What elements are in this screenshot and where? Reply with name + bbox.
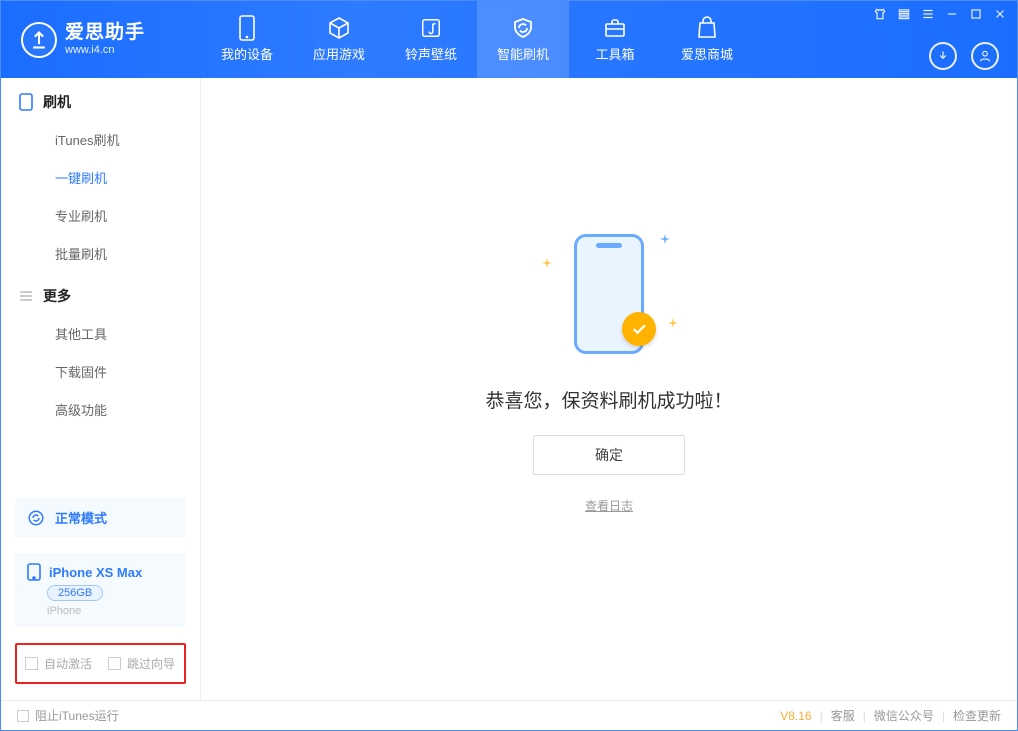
list-icon[interactable] (921, 7, 935, 21)
phone-illustration (534, 224, 684, 364)
phone-icon (235, 16, 259, 40)
sidebar-item-itunes-flash[interactable]: iTunes刷机 (1, 120, 200, 158)
footer-link-check-update[interactable]: 检查更新 (953, 707, 1001, 724)
footer: 阻止iTunes运行 V8.16 | 客服 | 微信公众号 | 检查更新 (1, 700, 1017, 730)
close-icon[interactable] (993, 7, 1007, 21)
sync-icon (27, 509, 45, 527)
shirt-icon[interactable] (873, 7, 887, 21)
sidebar: 刷机 iTunes刷机 一键刷机 专业刷机 批量刷机 更多 其他工具 下载固件 … (1, 78, 201, 700)
body: 刷机 iTunes刷机 一键刷机 专业刷机 批量刷机 更多 其他工具 下载固件 … (1, 78, 1017, 700)
success-headline: 恭喜您，保资料刷机成功啦！ (485, 386, 732, 413)
checkbox-icon (108, 657, 121, 670)
sidebar-item-one-click-flash[interactable]: 一键刷机 (1, 158, 200, 196)
cube-icon (327, 16, 351, 40)
checkbox-auto-activate[interactable]: 自动激活 (25, 655, 92, 672)
sidebar-group-flash: 刷机 (1, 78, 200, 120)
top-nav: 我的设备 应用游戏 铃声壁纸 智能刷机 工具箱 爱思商城 (201, 1, 753, 78)
checkbox-skip-guide[interactable]: 跳过向导 (108, 655, 175, 672)
nav-my-device[interactable]: 我的设备 (201, 1, 293, 78)
hamburger-icon (19, 289, 33, 303)
checkbox-icon (25, 657, 38, 670)
check-icon (630, 320, 648, 338)
device-box[interactable]: iPhone XS Max 256GB iPhone (15, 553, 186, 627)
device-name: iPhone XS Max (49, 565, 142, 580)
titlebar-right-buttons (929, 42, 999, 70)
mode-label: 正常模式 (55, 508, 107, 527)
nav-label: 爱思商城 (681, 44, 733, 63)
separator: | (942, 709, 945, 723)
nav-label: 智能刷机 (497, 44, 549, 63)
nav-apps-games[interactable]: 应用游戏 (293, 1, 385, 78)
checkbox-icon (17, 710, 29, 722)
download-button[interactable] (929, 42, 957, 70)
view-log-link[interactable]: 查看日志 (585, 497, 633, 514)
footer-link-support[interactable]: 客服 (831, 707, 855, 724)
checkbox-block-itunes[interactable]: 阻止iTunes运行 (17, 707, 119, 724)
brand-name: 爱思助手 (65, 23, 145, 44)
footer-link-wechat[interactable]: 微信公众号 (874, 707, 934, 724)
success-check-badge (622, 312, 656, 346)
check-label: 自动激活 (44, 655, 92, 672)
sidebar-group-more: 更多 (1, 272, 200, 314)
sparkle-icon (668, 318, 678, 328)
shopping-bag-icon (695, 16, 719, 40)
nav-toolbox[interactable]: 工具箱 (569, 1, 661, 78)
titlebar: 爱思助手 www.i4.cn 我的设备 应用游戏 铃声壁纸 智能刷机 (1, 1, 1017, 78)
sparkle-icon (660, 234, 670, 244)
sidebar-item-pro-flash[interactable]: 专业刷机 (1, 196, 200, 234)
brand-logo-icon (21, 22, 57, 58)
refresh-shield-icon (511, 16, 535, 40)
checks-highlight: 自动激活 跳过向导 (15, 643, 186, 684)
nav-label: 铃声壁纸 (405, 44, 457, 63)
nav-smart-flash[interactable]: 智能刷机 (477, 1, 569, 78)
nav-ringtone-wallpaper[interactable]: 铃声壁纸 (385, 1, 477, 78)
sidebar-item-batch-flash[interactable]: 批量刷机 (1, 234, 200, 272)
maximize-icon[interactable] (969, 7, 983, 21)
nav-label: 我的设备 (221, 44, 273, 63)
sidebar-item-download-firmware[interactable]: 下载固件 (1, 352, 200, 390)
check-label: 跳过向导 (127, 655, 175, 672)
group-title: 更多 (43, 286, 71, 306)
minimize-icon[interactable] (945, 7, 959, 21)
nav-store[interactable]: 爱思商城 (661, 1, 753, 78)
app-window: 爱思助手 www.i4.cn 我的设备 应用游戏 铃声壁纸 智能刷机 (0, 0, 1018, 731)
device-capacity: 256GB (47, 585, 103, 601)
device-icon (27, 563, 41, 581)
brand-url: www.i4.cn (65, 44, 145, 56)
sparkle-icon (542, 258, 552, 268)
nav-label: 工具箱 (595, 44, 634, 63)
separator: | (863, 709, 866, 723)
brand: 爱思助手 www.i4.cn (1, 22, 201, 58)
window-controls (873, 7, 1007, 21)
mode-box[interactable]: 正常模式 (15, 498, 186, 537)
menu-icon[interactable] (897, 7, 911, 21)
sidebar-item-advanced[interactable]: 高级功能 (1, 390, 200, 428)
music-note-icon (419, 16, 443, 40)
phone-outline-icon (19, 93, 33, 111)
device-type: iPhone (47, 605, 174, 617)
user-button[interactable] (971, 42, 999, 70)
sidebar-item-other-tools[interactable]: 其他工具 (1, 314, 200, 352)
nav-label: 应用游戏 (313, 44, 365, 63)
group-title: 刷机 (43, 92, 71, 112)
toolbox-icon (603, 16, 627, 40)
check-label: 阻止iTunes运行 (35, 707, 119, 724)
version-label: V8.16 (780, 709, 811, 723)
main-content: 恭喜您，保资料刷机成功啦！ 确定 查看日志 (201, 78, 1017, 700)
separator: | (820, 709, 823, 723)
ok-button[interactable]: 确定 (533, 435, 685, 475)
success-hero: 恭喜您，保资料刷机成功啦！ 确定 查看日志 (485, 224, 732, 514)
